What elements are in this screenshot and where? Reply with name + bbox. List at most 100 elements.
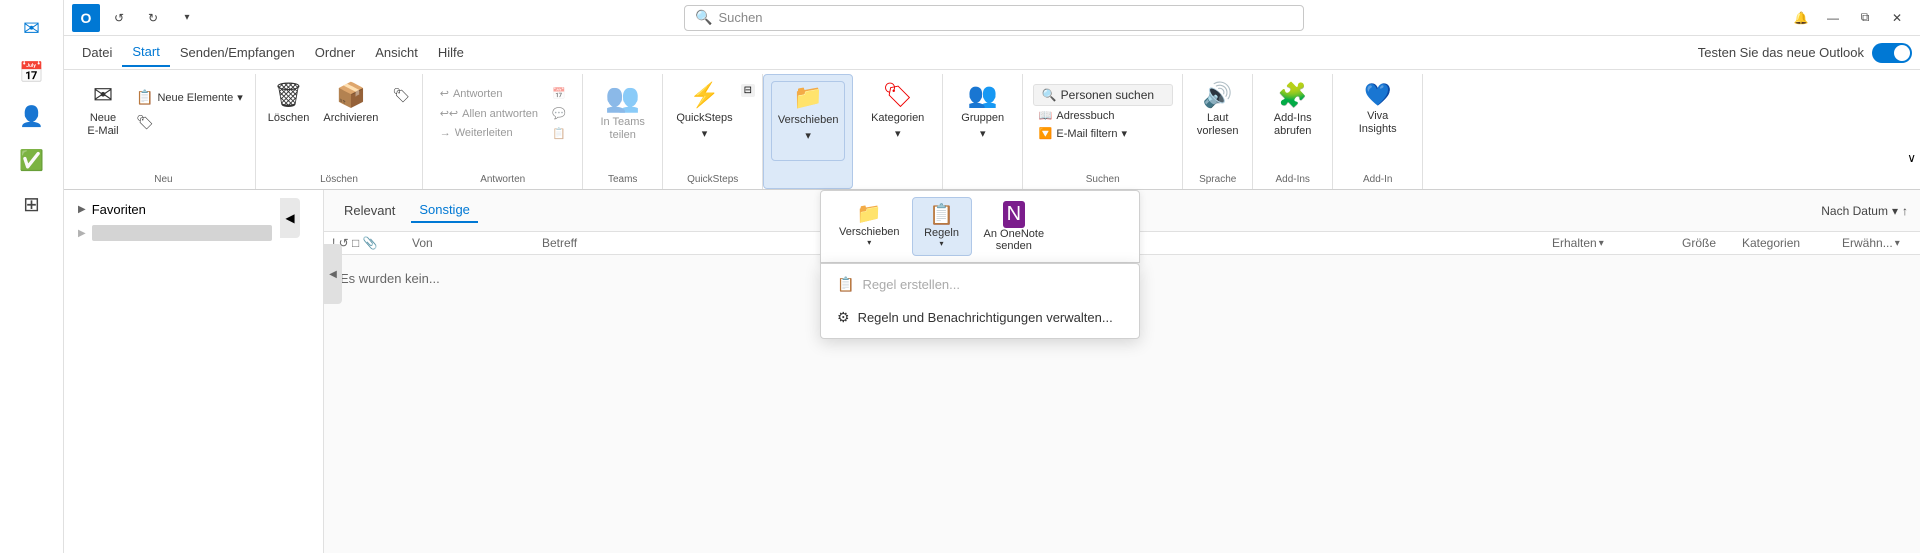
- col-from[interactable]: Von: [412, 236, 542, 250]
- ribbon-group-loeschen: 🗑 Löschen 📦 Archivieren 🏷 Löschen: [256, 74, 423, 189]
- email-filtern-button[interactable]: 🔽 E-Mail filtern ▾: [1033, 125, 1173, 142]
- dropdown-verschieben-label: Verschieben: [839, 226, 900, 238]
- gruppen-button[interactable]: 👥 Gruppen ▾: [955, 80, 1010, 160]
- sort-label: Nach Datum: [1821, 204, 1888, 218]
- sidebar-icon-mail[interactable]: ✉: [12, 8, 52, 48]
- adressbuch-label: Adressbuch: [1056, 110, 1114, 122]
- gruppen-label: Gruppen: [961, 112, 1004, 125]
- menu-ansicht[interactable]: Ansicht: [365, 39, 428, 66]
- neue-email-button[interactable]: ✉ NeueE-Mail: [78, 80, 128, 160]
- favoriten-arrow: ▶: [78, 204, 86, 215]
- allen-antworten-icon: ↩↩: [440, 107, 458, 120]
- regeln-verwalten-label: Regeln und Benachrichtigungen verwalten.…: [858, 310, 1113, 325]
- reply-tag-button[interactable]: 🏷: [130, 111, 249, 134]
- weiterleiten-label: Weiterleiten: [455, 127, 513, 139]
- archivieren-button[interactable]: 📦 Archivieren: [317, 80, 384, 160]
- ribbon-group-add-ins: 🧩 Add-Insabrufen Add-Ins: [1253, 74, 1333, 189]
- tab-sonstige[interactable]: Sonstige: [411, 198, 478, 223]
- regeln-verwalten-item[interactable]: ⚙ Regeln und Benachrichtigungen verwalte…: [821, 301, 1139, 334]
- received-filter-icon[interactable]: ▾: [1599, 238, 1604, 249]
- mentioned-label: Erwähn...: [1842, 236, 1893, 250]
- add-ins-abrufen-button[interactable]: 🧩 Add-Insabrufen: [1268, 80, 1318, 160]
- regel-erstellen-item[interactable]: 📋 Regel erstellen...: [821, 268, 1139, 301]
- meet-icon: 📅: [552, 87, 566, 100]
- no-items-text: Es wurden kein...: [340, 271, 440, 286]
- sort-header: Nach Datum ▾ ↑: [1821, 204, 1908, 218]
- personen-suchen-button[interactable]: 🔍 Personen suchen: [1033, 84, 1173, 106]
- mentioned-filter-icon[interactable]: ▾: [1895, 238, 1900, 249]
- col-categories[interactable]: Kategorien: [1742, 236, 1842, 250]
- neue-elemente-button[interactable]: 📋 Neue Elemente ▾: [130, 86, 249, 109]
- sort-direction-icon[interactable]: ↑: [1902, 204, 1908, 218]
- loeschen-button[interactable]: 🗑 Löschen: [262, 80, 316, 160]
- close-button[interactable]: ✕: [1882, 3, 1912, 33]
- viva-insights-label: VivaInsights: [1359, 110, 1397, 136]
- sidebar-icon-calendar[interactable]: 📅: [12, 52, 52, 92]
- title-bar-right: 🔔 — ⧉ ✕: [1786, 3, 1912, 33]
- ribbon-label-add-ins: Add-Ins: [1253, 174, 1332, 185]
- dropdown-onenote-btn[interactable]: N An OneNotesenden: [974, 197, 1055, 256]
- adressbuch-button[interactable]: 📖 Adressbuch: [1033, 107, 1173, 124]
- sidebar-icon-apps[interactable]: ⊞: [12, 184, 52, 224]
- viva-insights-icon: 💙: [1364, 84, 1391, 106]
- loeschen-icon: 🗑: [273, 84, 303, 108]
- tab-relevant[interactable]: Relevant: [336, 199, 403, 222]
- sidebar-icon-people[interactable]: 👤: [12, 96, 52, 136]
- redo-button[interactable]: ↻: [138, 3, 168, 33]
- ribbon-label-loeschen: Löschen: [256, 174, 422, 185]
- search-icon: 🔍: [695, 9, 712, 26]
- neue-elemente-icon: 📋: [136, 89, 153, 106]
- archivieren-icon: 📦: [336, 84, 366, 108]
- quicksteps-button[interactable]: ⚡ QuickSteps ▾: [670, 80, 738, 160]
- menu-senden-empfangen[interactable]: Senden/Empfangen: [170, 39, 305, 66]
- menu-hilfe[interactable]: Hilfe: [428, 39, 474, 66]
- menu-bar: Datei Start Senden/Empfangen Ordner Ansi…: [0, 36, 1920, 70]
- ribbon-expand-button[interactable]: ∨: [1907, 151, 1916, 165]
- add-ins-label: Add-Insabrufen: [1274, 112, 1312, 138]
- antworten-icon: ↩: [440, 87, 449, 100]
- minimize-button[interactable]: —: [1818, 3, 1848, 33]
- menu-ordner[interactable]: Ordner: [305, 39, 365, 66]
- allen-antworten-button[interactable]: ↩↩ Allen antworten: [434, 104, 544, 123]
- new-outlook-toggle[interactable]: [1872, 43, 1912, 63]
- notification-button[interactable]: 🔔: [1786, 3, 1816, 33]
- dropdown-regeln-btn[interactable]: 📋 Regeln ▾: [912, 197, 972, 256]
- col-mentioned[interactable]: Erwähn... ▾: [1842, 236, 1912, 250]
- meet-button[interactable]: 📅: [546, 84, 572, 103]
- undo-button[interactable]: ↺: [104, 3, 134, 33]
- favoriten-item[interactable]: ▶ Favoriten: [72, 198, 315, 221]
- dropdown-verschieben-btn[interactable]: 📁 Verschieben ▾: [829, 197, 910, 256]
- policy-button[interactable]: 🏷: [386, 84, 416, 107]
- personen-suchen-label: Personen suchen: [1061, 88, 1154, 102]
- received-label: Erhalten: [1552, 236, 1597, 250]
- chat-button[interactable]: 💬: [546, 104, 572, 123]
- menu-datei[interactable]: Datei: [72, 39, 122, 66]
- sort-dropdown-arrow[interactable]: ▾: [1892, 204, 1898, 218]
- misc-icon: 📋: [552, 127, 566, 140]
- in-teams-teilen-button[interactable]: 👥 In Teamsteilen: [594, 80, 650, 160]
- weiterleiten-button[interactable]: → Weiterleiten: [434, 124, 544, 142]
- col-received[interactable]: Erhalten ▾: [1552, 236, 1682, 250]
- toggle-knob: [1894, 45, 1910, 61]
- dropdown-regeln-arrow: ▾: [940, 239, 944, 248]
- kategorien-button[interactable]: 🏷 Kategorien ▾: [865, 80, 930, 160]
- dropdown-regeln-label: Regeln: [924, 227, 959, 239]
- blurred-folder-label: [92, 225, 272, 241]
- panel-collapse-button[interactable]: ◀: [324, 244, 342, 304]
- sidebar-icon-tasks[interactable]: ✅: [12, 140, 52, 180]
- col-size[interactable]: Größe: [1682, 236, 1742, 250]
- quicksteps-more-button[interactable]: ⊟: [741, 84, 755, 97]
- menu-start[interactable]: Start: [122, 38, 169, 67]
- antworten-button[interactable]: ↩ Antworten: [434, 84, 544, 103]
- misc-button[interactable]: 📋: [546, 124, 572, 143]
- verschieben-button[interactable]: 📁 Verschieben ▾: [771, 81, 846, 161]
- viva-insights-button[interactable]: 💙 VivaInsights: [1353, 80, 1403, 160]
- pin-button[interactable]: ▾: [172, 3, 202, 33]
- search-bar[interactable]: 🔍 Suchen: [684, 5, 1304, 31]
- blurred-folder-item[interactable]: ▶: [72, 221, 315, 245]
- collapse-panel-button[interactable]: ◀: [280, 198, 300, 238]
- col-icons: ! ↺ □ 📎: [332, 236, 412, 250]
- ribbon-items-viva: 💙 VivaInsights: [1353, 74, 1403, 189]
- restore-button[interactable]: ⧉: [1850, 3, 1880, 33]
- laut-vorlesen-button[interactable]: 🔊 Lautvorlesen: [1191, 80, 1245, 160]
